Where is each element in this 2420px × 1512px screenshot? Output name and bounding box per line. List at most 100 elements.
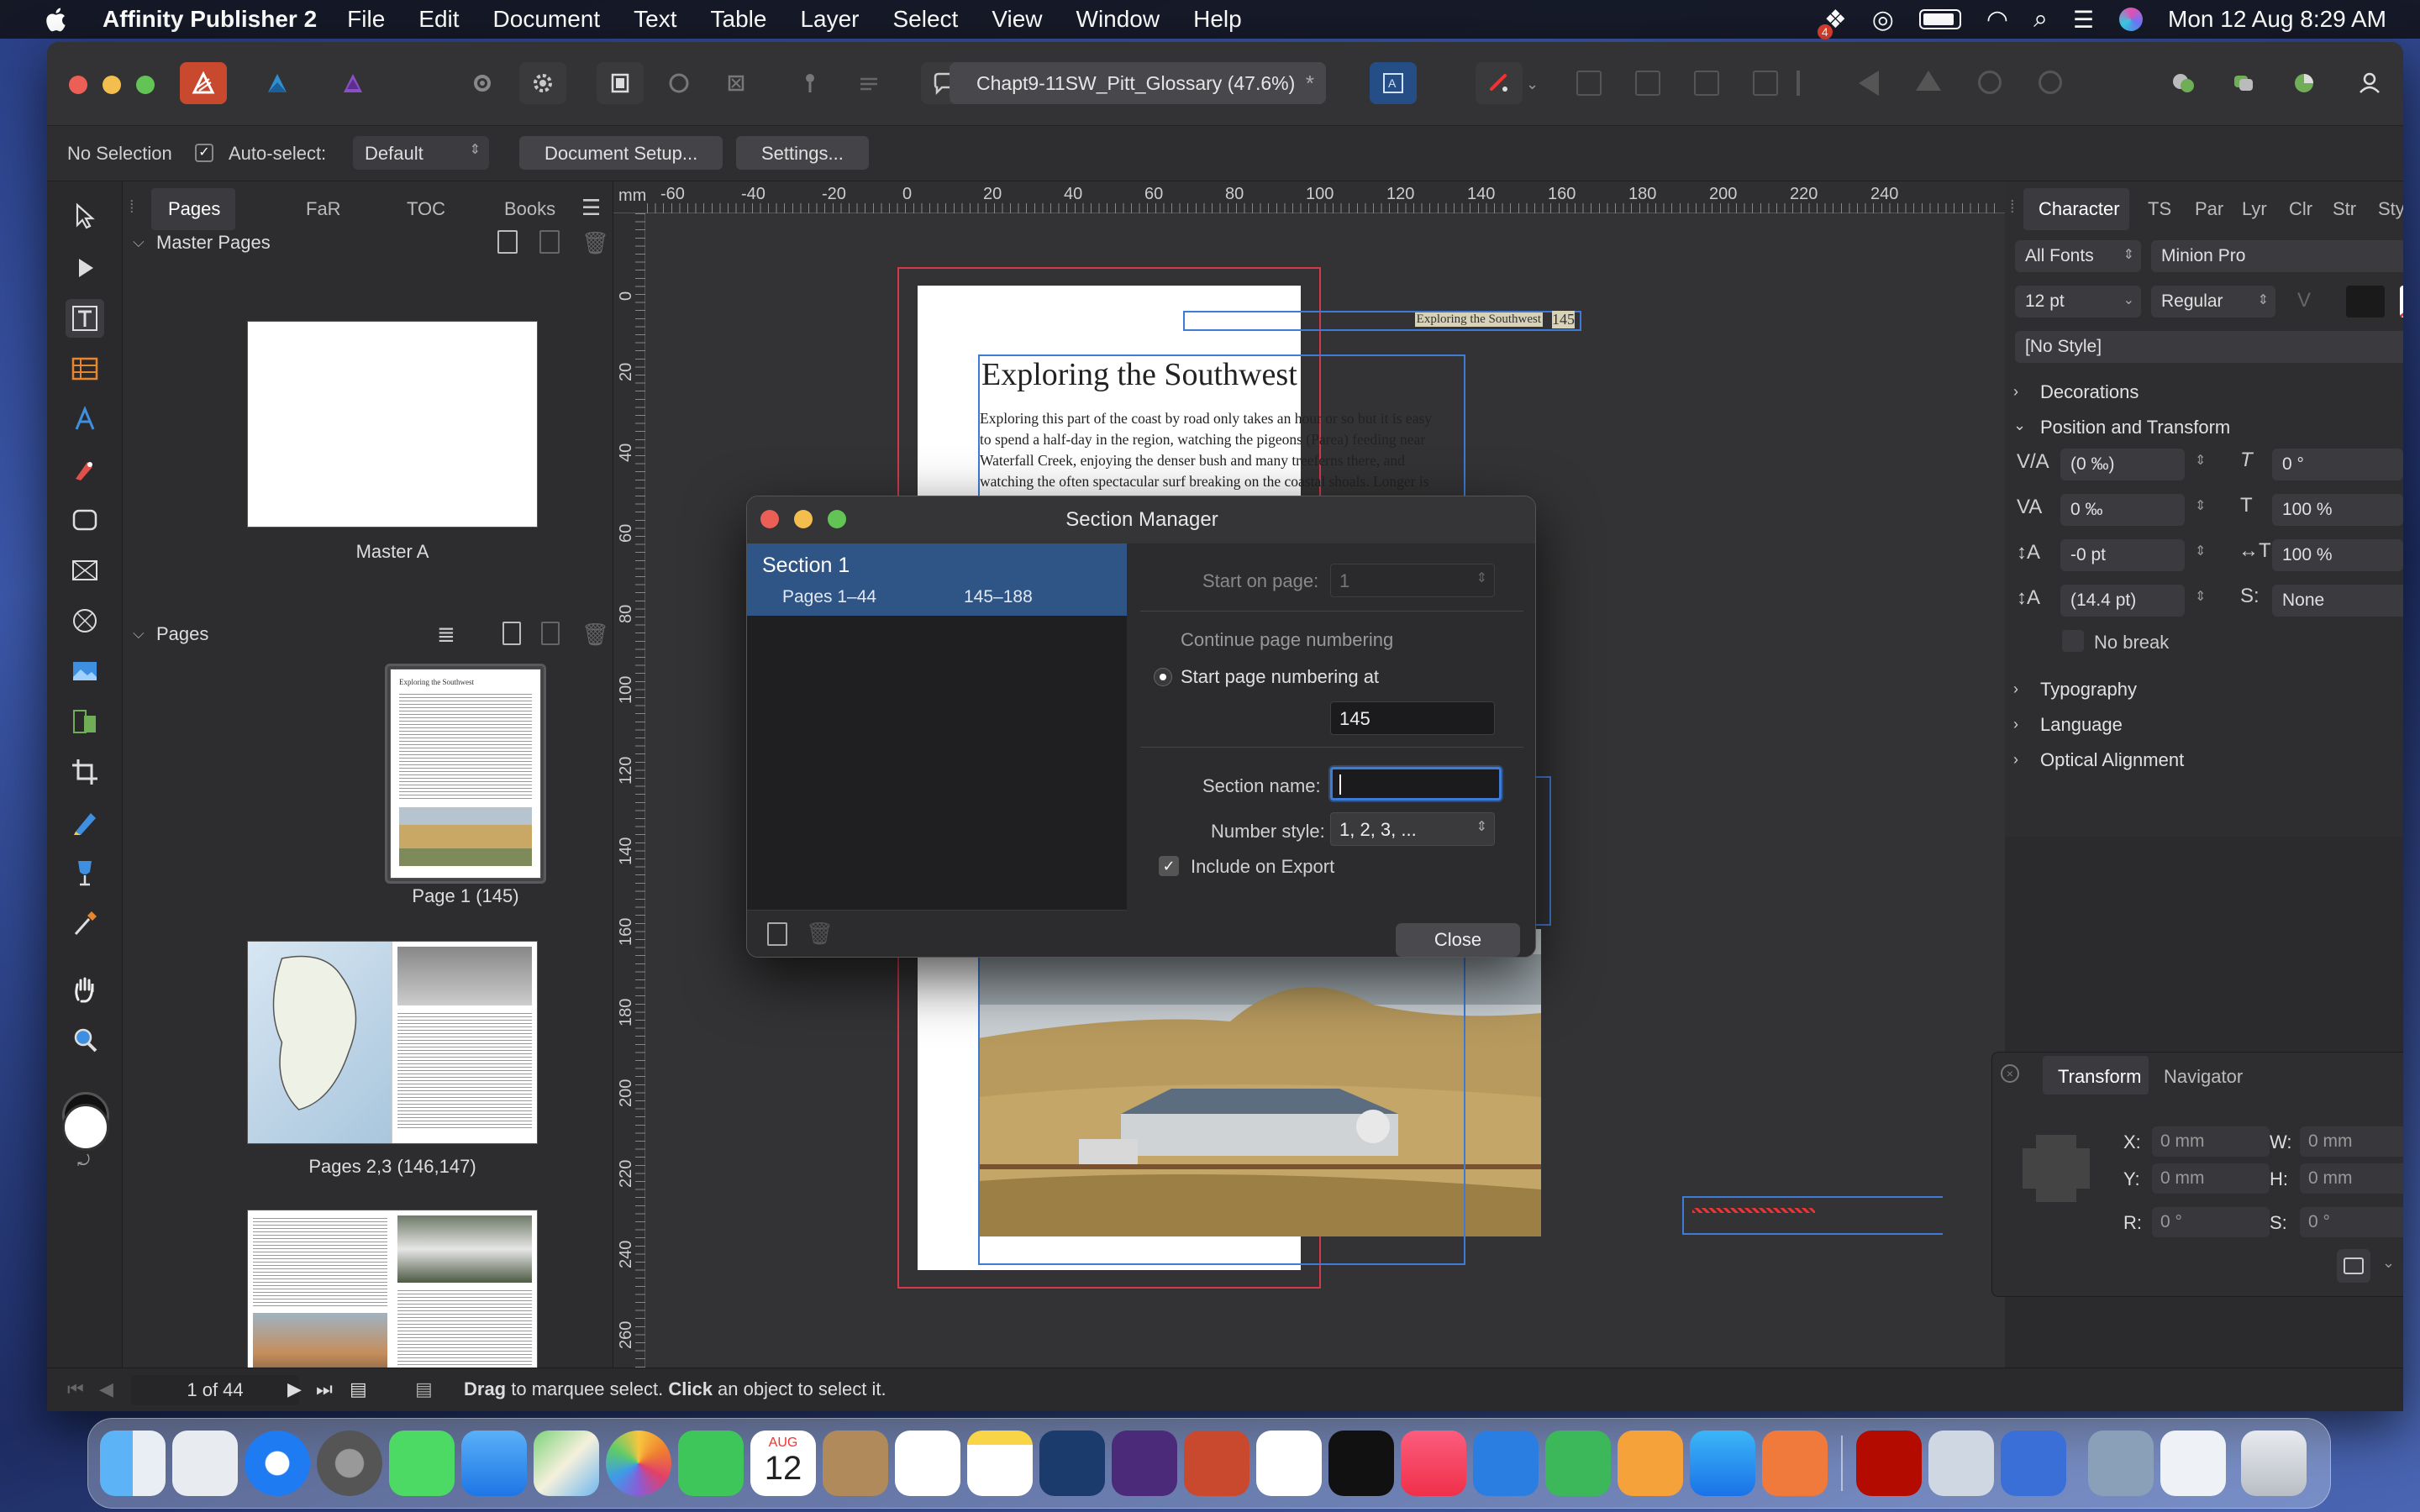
stepper-icon[interactable]: ⇕	[2195, 543, 2206, 559]
tab-stroke[interactable]: Str	[2333, 198, 2356, 220]
pasteboard-text-frame[interactable]	[1682, 1196, 1943, 1235]
tab-toc[interactable]: TOC	[407, 198, 445, 220]
start-numbering-field[interactable]: 145	[1330, 701, 1495, 735]
freeform-icon[interactable]	[1256, 1431, 1322, 1496]
transparency-tool[interactable]	[66, 853, 104, 892]
text-frame-options-button[interactable]: A	[1370, 62, 1417, 104]
section-list-item[interactable]: Section 1 Pages 1–44 145–188	[747, 543, 1127, 616]
collapse-pages-chevron-icon[interactable]: ⌵	[133, 625, 145, 643]
tab-books[interactable]: Books	[504, 198, 555, 220]
start-numbering-radio[interactable]	[1154, 668, 1172, 686]
duplicate-master-icon[interactable]	[539, 230, 560, 254]
search-icon[interactable]: ⌕	[2033, 5, 2048, 34]
page-counter-field[interactable]: 1 of 44	[131, 1375, 299, 1405]
collapse-master-chevron-icon[interactable]: ⌵	[133, 234, 145, 251]
move-tool[interactable]	[66, 197, 104, 235]
battery-icon[interactable]	[1918, 9, 1961, 29]
menu-select[interactable]: Select	[893, 6, 959, 33]
affinity-designer-icon[interactable]	[1039, 1431, 1105, 1496]
tab-find-replace[interactable]: FaR	[306, 198, 341, 220]
flip-horizontal-icon[interactable]	[1859, 71, 1879, 96]
place-image-tool[interactable]	[66, 652, 104, 690]
panel-menu-icon[interactable]: ☰	[581, 195, 601, 221]
control-center-icon[interactable]: ☰	[2073, 6, 2094, 34]
apple-tv-icon[interactable]	[1328, 1431, 1394, 1496]
menu-help[interactable]: Help	[1193, 6, 1242, 33]
boolean-intersect-button[interactable]	[2281, 62, 2328, 104]
crop-tool[interactable]	[66, 753, 104, 791]
pages-4-5-thumbnail[interactable]	[247, 1210, 538, 1391]
zoom-window-button[interactable]	[136, 76, 155, 94]
rotate-left-icon[interactable]	[1978, 71, 2002, 94]
vertical-scale-field[interactable]: 100 %	[2272, 494, 2403, 526]
section-manager-icon[interactable]: ≣	[437, 622, 455, 648]
dialog-minimize-traffic[interactable]	[794, 510, 813, 528]
menu-document[interactable]: Document	[493, 6, 601, 33]
artistic-text-tool[interactable]	[66, 400, 104, 438]
data-merge-tool[interactable]	[66, 702, 104, 741]
document-tab[interactable]: Chapt9-11SW_Pitt_Glossary (47.6%) *	[950, 62, 1326, 104]
arrange-back-icon[interactable]	[1576, 71, 1602, 96]
app-store-icon[interactable]	[1690, 1431, 1755, 1496]
page-1-thumbnail[interactable]: Exploring the Southwest	[390, 669, 541, 879]
messages-icon[interactable]	[389, 1431, 455, 1496]
arrange-forward-icon[interactable]	[1694, 71, 1719, 96]
minimize-window-button[interactable]	[103, 76, 121, 94]
frame-text-tool[interactable]	[66, 299, 104, 338]
frame-mode-button[interactable]	[713, 62, 760, 104]
chevron-down-icon[interactable]: ⌄	[2382, 1254, 2395, 1272]
tab-pages[interactable]: Pages	[168, 198, 220, 220]
leading-field[interactable]: (14.4 pt)	[2060, 585, 2185, 617]
siri-icon[interactable]	[2119, 8, 2144, 31]
first-page-icon[interactable]: ⏮	[67, 1378, 84, 1400]
arrange-backward-icon[interactable]	[1635, 71, 1660, 96]
close-panel-icon[interactable]: ×	[2001, 1064, 2019, 1083]
mail-icon[interactable]	[461, 1431, 527, 1496]
pages-icon[interactable]	[1618, 1431, 1683, 1496]
menu-layer[interactable]: Layer	[800, 6, 859, 33]
calendar-icon[interactable]: AUG 12	[750, 1431, 816, 1496]
notes-icon[interactable]	[967, 1431, 1033, 1496]
language-section[interactable]: Language	[2040, 714, 2123, 736]
acrobat-icon[interactable]	[1856, 1431, 1922, 1496]
dialog-close-traffic[interactable]	[760, 510, 779, 528]
wifi-icon[interactable]: ◠	[1986, 5, 2008, 34]
swap-colors-icon[interactable]: ⤾	[77, 1152, 90, 1170]
expand-chevron-icon[interactable]: ⌄	[2013, 417, 2026, 434]
photo-persona-button[interactable]	[329, 62, 376, 104]
publisher-persona-button[interactable]	[180, 62, 227, 104]
table-tool[interactable]	[66, 349, 104, 388]
continue-numbering-option[interactable]: Continue page numbering	[1181, 629, 1393, 651]
affinity-publisher-icon[interactable]	[1184, 1431, 1249, 1496]
clock[interactable]: Mon 12 Aug 8:29 AM	[2168, 6, 2386, 33]
preflight-dropdown-chevron-icon[interactable]: ⌄	[1526, 76, 1539, 93]
auto-select-checkbox[interactable]: ✓	[195, 144, 213, 162]
tab-text-styles[interactable]: TS	[2148, 198, 2171, 220]
menu-file[interactable]: File	[347, 6, 385, 33]
preview-mode-button[interactable]	[655, 62, 702, 104]
system-settings-icon[interactable]	[317, 1431, 382, 1496]
menu-table[interactable]: Table	[711, 6, 767, 33]
delete-section-icon[interactable]: 🗑	[806, 921, 834, 947]
delete-page-icon[interactable]: 🗑	[581, 622, 609, 648]
duplicate-page-icon[interactable]	[541, 622, 560, 645]
collapse-chevron-icon[interactable]: ›	[2013, 751, 2018, 769]
view-mode-button[interactable]	[597, 62, 644, 104]
tab-layers[interactable]: Lyr	[2242, 198, 2267, 220]
fill-tool[interactable]	[66, 803, 104, 842]
numbers-icon[interactable]	[1545, 1431, 1611, 1496]
character-style-select[interactable]: [No Style] ⇕	[2015, 331, 2403, 363]
tab-character[interactable]: Character	[2039, 198, 2120, 220]
auto-select-dropdown[interactable]: Default ⇕	[353, 136, 489, 170]
collapse-chevron-icon[interactable]: ›	[2013, 716, 2018, 733]
stepper-icon[interactable]: ⇕	[2195, 452, 2206, 469]
add-page-icon[interactable]	[502, 622, 521, 645]
tab-navigator[interactable]: Navigator	[2164, 1066, 2243, 1088]
safari-icon[interactable]	[245, 1431, 310, 1496]
transform-origin-button[interactable]	[2337, 1249, 2370, 1283]
w-field[interactable]: 0 mm	[2300, 1126, 2403, 1157]
previous-page-icon[interactable]: ◀	[99, 1378, 113, 1400]
flip-vertical-icon[interactable]	[1916, 71, 1941, 91]
include-export-checkbox[interactable]: ✓	[1159, 856, 1179, 876]
boolean-subtract-button[interactable]	[2220, 62, 2267, 104]
